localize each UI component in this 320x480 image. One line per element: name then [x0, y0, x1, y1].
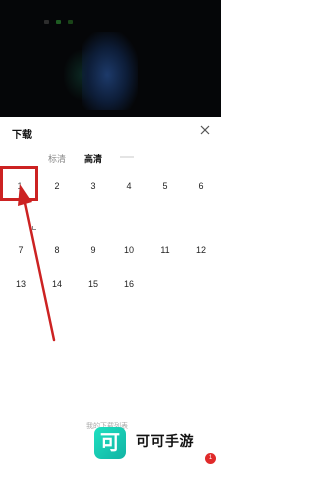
episode-item-14[interactable]: 14	[45, 275, 69, 293]
episode-item-4[interactable]: 4	[117, 177, 141, 195]
quality-option-standard[interactable]: 标清	[48, 152, 66, 165]
brand-name: 可可手游	[136, 433, 194, 449]
video-frame-light	[82, 32, 138, 110]
quality-option-hidden	[120, 156, 134, 158]
episode-item-13[interactable]: 13	[9, 275, 33, 293]
episode-highlight-box	[0, 166, 38, 201]
episode-item-11[interactable]: 11	[153, 241, 177, 259]
status-dot	[44, 20, 49, 24]
quality-option-hd[interactable]: 高清	[84, 152, 102, 165]
status-dot	[68, 20, 73, 24]
episode-item-9[interactable]: 9	[81, 241, 105, 259]
video-status-dots	[44, 11, 80, 29]
episode-item-6[interactable]: 6	[189, 177, 213, 195]
brand-logo-icon: 可	[94, 427, 126, 459]
episode-item-5[interactable]: 5	[153, 177, 177, 195]
episode-item-10[interactable]: 10	[117, 241, 141, 259]
notification-badge: 1	[205, 453, 216, 464]
sheet-title: 下载	[12, 130, 32, 141]
episode-item-15[interactable]: 15	[81, 275, 105, 293]
download-sheet: 下载 标清 高清 1 2 3 4 5 6 7 8 9 10 11 12 13 1…	[0, 117, 221, 480]
episode-item-2[interactable]: 2	[45, 177, 69, 195]
download-tick-icon	[32, 226, 36, 230]
episode-item-16[interactable]: 16	[117, 275, 141, 293]
episode-item-7[interactable]: 7	[9, 241, 33, 259]
episode-item-12[interactable]: 12	[189, 241, 213, 259]
episode-item-3[interactable]: 3	[81, 177, 105, 195]
status-dot	[56, 20, 61, 24]
episode-item-8[interactable]: 8	[45, 241, 69, 259]
close-icon[interactable]	[198, 123, 212, 137]
video-player[interactable]	[0, 0, 221, 117]
